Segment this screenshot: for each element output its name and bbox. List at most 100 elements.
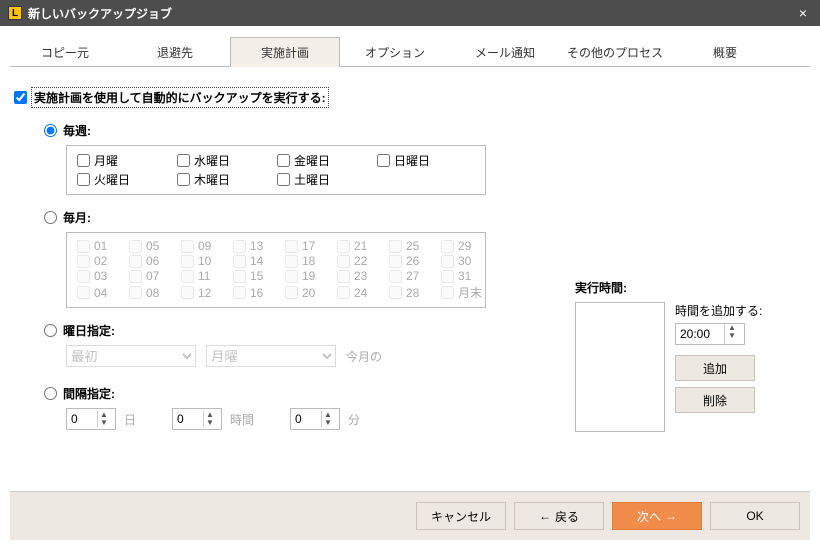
check-day-07[interactable] xyxy=(129,270,142,283)
label-day: 22 xyxy=(354,254,367,268)
check-day-30[interactable] xyxy=(441,255,454,268)
check-day-25[interactable] xyxy=(389,240,402,253)
select-ordinal[interactable]: 最初 xyxy=(66,345,196,367)
check-day-09[interactable] xyxy=(181,240,194,253)
tab-other[interactable]: その他のプロセス xyxy=(560,37,670,67)
label-day: 19 xyxy=(302,269,315,283)
time-stepper[interactable]: ▲▼ xyxy=(675,323,745,345)
check-day-12[interactable] xyxy=(181,286,194,299)
label-day: 17 xyxy=(302,239,315,253)
radio-interval[interactable] xyxy=(44,387,57,400)
check-wed[interactable] xyxy=(177,154,190,167)
radio-monthly-label: 毎月: xyxy=(63,209,91,226)
check-day-31[interactable] xyxy=(441,270,454,283)
back-button[interactable]: 戻る xyxy=(514,502,604,530)
tab-schedule[interactable]: 実施計画 xyxy=(230,37,340,67)
label-sat: 土曜日 xyxy=(294,171,330,188)
check-day-04[interactable] xyxy=(77,286,90,299)
arrow-left-icon xyxy=(539,509,551,523)
check-mon[interactable] xyxy=(77,154,90,167)
label-day: 16 xyxy=(250,286,263,300)
check-day-28[interactable] xyxy=(389,286,402,299)
chevron-down-icon[interactable]: ▼ xyxy=(98,419,110,427)
check-day-27[interactable] xyxy=(389,270,402,283)
check-day-11[interactable] xyxy=(181,270,194,283)
label-day: 26 xyxy=(406,254,419,268)
check-day-17[interactable] xyxy=(285,240,298,253)
check-day-15[interactable] xyxy=(233,270,246,283)
tab-destination[interactable]: 退避先 xyxy=(120,37,230,67)
chevron-down-icon[interactable]: ▼ xyxy=(725,332,739,340)
check-thu[interactable] xyxy=(177,173,190,186)
check-day-16[interactable] xyxy=(233,286,246,299)
window-title: 新しいバックアップジョブ xyxy=(28,5,794,22)
interval-hours-stepper[interactable]: ▲▼ xyxy=(172,408,222,430)
check-day-20[interactable] xyxy=(285,286,298,299)
check-day-19[interactable] xyxy=(285,270,298,283)
check-sat[interactable] xyxy=(277,173,290,186)
check-day-03[interactable] xyxy=(77,270,90,283)
check-fri[interactable] xyxy=(277,154,290,167)
check-day-05[interactable] xyxy=(129,240,142,253)
check-day-29[interactable] xyxy=(441,240,454,253)
label-day: 01 xyxy=(94,239,107,253)
label-day: 14 xyxy=(250,254,263,268)
check-day-06[interactable] xyxy=(129,255,142,268)
label-day: 21 xyxy=(354,239,367,253)
add-time-button[interactable]: 追加 xyxy=(675,355,755,381)
time-input[interactable] xyxy=(676,324,724,344)
check-day-14[interactable] xyxy=(233,255,246,268)
weekday-spec-suffix: 今月の xyxy=(346,348,382,365)
check-day-22[interactable] xyxy=(337,255,350,268)
tab-mail[interactable]: メール通知 xyxy=(450,37,560,67)
runtime-list[interactable] xyxy=(575,302,665,432)
label-sun: 日曜日 xyxy=(394,152,430,169)
ok-button[interactable]: OK xyxy=(710,502,800,530)
enable-schedule-checkbox[interactable] xyxy=(14,91,27,104)
interval-mins-stepper[interactable]: ▲▼ xyxy=(290,408,340,430)
check-tue[interactable] xyxy=(77,173,90,186)
check-sun[interactable] xyxy=(377,154,390,167)
label-day: 15 xyxy=(250,269,263,283)
label-day: 29 xyxy=(458,239,471,253)
radio-monthly[interactable] xyxy=(44,211,57,224)
label-day: 月末 xyxy=(458,284,482,301)
check-day-18[interactable] xyxy=(285,255,298,268)
delete-time-button[interactable]: 削除 xyxy=(675,387,755,413)
tab-summary[interactable]: 概要 xyxy=(670,37,780,67)
check-day-end[interactable] xyxy=(441,286,454,299)
interval-days-stepper[interactable]: ▲▼ xyxy=(66,408,116,430)
label-day: 30 xyxy=(458,254,471,268)
close-icon[interactable]: × xyxy=(794,5,812,21)
interval-days-label: 日 xyxy=(124,411,136,428)
radio-weekday-spec[interactable] xyxy=(44,324,57,337)
label-day: 07 xyxy=(146,269,159,283)
radio-weekly[interactable] xyxy=(44,124,57,137)
footer: キャンセル 戻る 次へ OK xyxy=(10,491,810,540)
label-day: 28 xyxy=(406,286,419,300)
check-day-08[interactable] xyxy=(129,286,142,299)
tab-options[interactable]: オプション xyxy=(340,37,450,67)
check-day-02[interactable] xyxy=(77,255,90,268)
check-day-24[interactable] xyxy=(337,286,350,299)
cancel-button[interactable]: キャンセル xyxy=(416,502,506,530)
label-day: 31 xyxy=(458,269,471,283)
check-day-10[interactable] xyxy=(181,255,194,268)
check-day-13[interactable] xyxy=(233,240,246,253)
check-day-21[interactable] xyxy=(337,240,350,253)
check-day-01[interactable] xyxy=(77,240,90,253)
label-wed: 水曜日 xyxy=(194,152,230,169)
radio-weekday-spec-label: 曜日指定: xyxy=(63,322,115,339)
titlebar: L 新しいバックアップジョブ × xyxy=(0,0,820,26)
check-day-23[interactable] xyxy=(337,270,350,283)
tab-source[interactable]: コピー元 xyxy=(10,37,120,67)
chevron-down-icon[interactable]: ▼ xyxy=(322,419,334,427)
select-weekday[interactable]: 月曜 xyxy=(206,345,336,367)
next-button[interactable]: 次へ xyxy=(612,502,702,530)
check-day-26[interactable] xyxy=(389,255,402,268)
label-day: 11 xyxy=(198,269,210,283)
label-day: 12 xyxy=(198,286,211,300)
chevron-down-icon[interactable]: ▼ xyxy=(204,419,216,427)
label-day: 23 xyxy=(354,269,367,283)
label-fri: 金曜日 xyxy=(294,152,330,169)
